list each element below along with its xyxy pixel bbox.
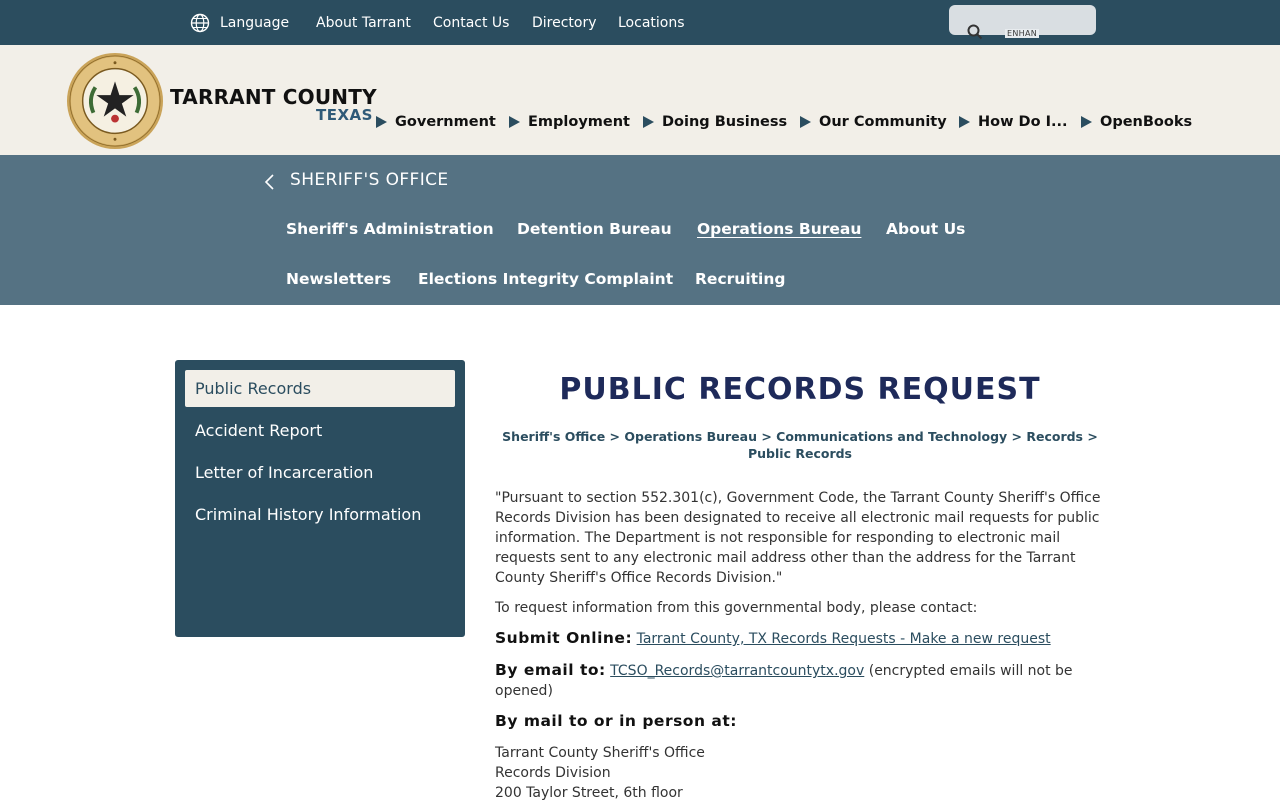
sidebar-item-letter-of-incarceration[interactable]: Letter of Incarceration bbox=[185, 454, 455, 491]
department-title[interactable]: SHERIFF'S OFFICE bbox=[290, 170, 449, 190]
address-line: Tarrant County Sheriff's Office bbox=[495, 745, 705, 761]
mailing-address: Tarrant County Sheriff's Office Records … bbox=[495, 743, 1110, 800]
brand-subtitle: TEXAS bbox=[316, 106, 373, 124]
nav-employment-label: Employment bbox=[528, 114, 630, 130]
nav-government[interactable]: Government bbox=[376, 112, 496, 132]
nav-our-community[interactable]: Our Community bbox=[800, 112, 947, 132]
triangle-right-icon bbox=[643, 116, 654, 128]
submit-online-label: Submit Online: bbox=[495, 629, 633, 647]
records-email-link[interactable]: TCSO_Records@tarrantcountytx.gov bbox=[610, 663, 864, 679]
chevron-left-icon[interactable] bbox=[263, 173, 275, 191]
subnav-recruiting[interactable]: Recruiting bbox=[695, 270, 785, 288]
subnav-operations-bureau[interactable]: Operations Bureau bbox=[697, 220, 861, 238]
nav-how-do-i[interactable]: How Do I... bbox=[959, 112, 1068, 132]
mail-label: By mail to or in person at: bbox=[495, 712, 737, 730]
language-label: Language bbox=[220, 14, 290, 31]
address-line: 200 Taylor Street, 6th floor bbox=[495, 785, 683, 800]
mail-row: By mail to or in person at: bbox=[495, 711, 1110, 732]
subnav-newsletters[interactable]: Newsletters bbox=[286, 270, 391, 288]
breadcrumb: Sheriff's Office > Operations Bureau > C… bbox=[500, 428, 1100, 462]
email-label: By email to: bbox=[495, 661, 606, 679]
search-icon[interactable] bbox=[967, 24, 983, 40]
nav-doing-business[interactable]: Doing Business bbox=[643, 112, 787, 132]
triangle-right-icon bbox=[509, 116, 520, 128]
enhanced-by-label: ENHAN bbox=[1005, 29, 1040, 38]
globe-icon bbox=[190, 13, 210, 32]
subnav-sheriffs-administration[interactable]: Sheriff's Administration bbox=[286, 220, 494, 238]
nav-openbooks[interactable]: OpenBooks bbox=[1081, 112, 1192, 132]
sidebar-item-criminal-history[interactable]: Criminal History Information bbox=[185, 496, 455, 533]
triangle-right-icon bbox=[1081, 116, 1092, 128]
subnav-elections-integrity-complaint[interactable]: Elections Integrity Complaint bbox=[418, 270, 673, 288]
submit-online-row: Submit Online: Tarrant County, TX Record… bbox=[495, 628, 1110, 649]
sidebar-item-public-records[interactable]: Public Records bbox=[185, 370, 455, 407]
link-contact-us[interactable]: Contact Us bbox=[433, 0, 509, 45]
nav-our-community-label: Our Community bbox=[819, 114, 947, 130]
county-seal-logo[interactable] bbox=[66, 52, 164, 150]
legal-notice: "Pursuant to section 552.301(c), Governm… bbox=[495, 490, 1101, 586]
search-input[interactable]: ENHAN bbox=[949, 5, 1096, 40]
link-locations[interactable]: Locations bbox=[618, 0, 685, 45]
triangle-right-icon bbox=[959, 116, 970, 128]
nav-government-label: Government bbox=[395, 114, 496, 130]
email-row: By email to: TCSO_Records@tarrantcountyt… bbox=[495, 660, 1110, 701]
subnav-about-us[interactable]: About Us bbox=[886, 220, 965, 238]
nav-doing-business-label: Doing Business bbox=[662, 114, 788, 130]
page-title: PUBLIC RECORDS REQUEST bbox=[559, 372, 1041, 407]
link-directory[interactable]: Directory bbox=[532, 0, 597, 45]
triangle-right-icon bbox=[800, 116, 811, 128]
nav-how-do-i-label: How Do I... bbox=[978, 114, 1068, 130]
language-selector[interactable]: Language bbox=[190, 0, 289, 45]
breadcrumb-line-1[interactable]: Sheriff's Office > Operations Bureau > C… bbox=[500, 428, 1100, 445]
nav-employment[interactable]: Employment bbox=[509, 112, 630, 132]
request-instructions: To request information from this governm… bbox=[495, 600, 978, 616]
records-request-link[interactable]: Tarrant County, TX Records Requests - Ma… bbox=[637, 631, 1051, 647]
link-about-tarrant[interactable]: About Tarrant bbox=[316, 0, 411, 45]
subnav-detention-bureau[interactable]: Detention Bureau bbox=[517, 220, 672, 238]
sidebar-nav: Public Records Accident Report Letter of… bbox=[175, 360, 465, 637]
nav-openbooks-label: OpenBooks bbox=[1100, 114, 1193, 130]
sidebar-item-accident-report[interactable]: Accident Report bbox=[185, 412, 455, 449]
address-line: Records Division bbox=[495, 765, 611, 781]
triangle-right-icon bbox=[376, 116, 387, 128]
breadcrumb-current: Public Records bbox=[748, 446, 852, 461]
